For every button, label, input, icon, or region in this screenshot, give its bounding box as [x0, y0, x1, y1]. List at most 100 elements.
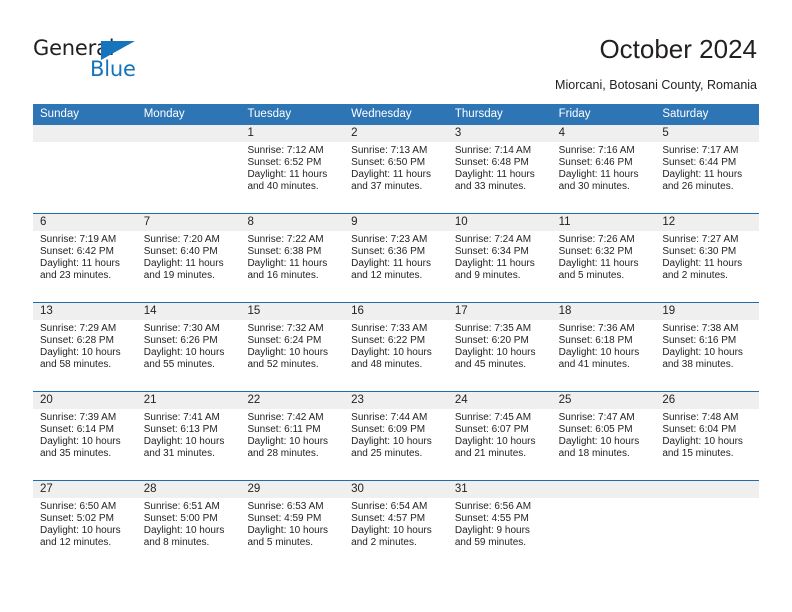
day-cell[interactable]: 29 Sunrise: 6:53 AM Sunset: 4:59 PM Dayligh… [240, 481, 345, 569]
weekday-header-sunday: Sunday [40, 108, 80, 120]
calendar-week-row: 27 Sunrise: 6:50 AM Sunset: 5:02 PM Dayligh… [33, 480, 760, 569]
day-cell[interactable]: 8 Sunrise: 7:22 AM Sunset: 6:38 PM Daylight… [240, 214, 345, 302]
day-cell[interactable]: 28 Sunrise: 6:51 AM Sunset: 5:00 PM Dayligh… [136, 481, 241, 569]
day-daylight2-text: and 37 minutes. [351, 181, 423, 193]
calendar-week-row: 1 Sunrise: 7:12 AM Sunset: 6:52 PM Daylight… [33, 125, 760, 213]
day-details: Sunrise: 7:33 AM Sunset: 6:22 PM Daylight:… [344, 320, 448, 371]
day-daylight2-text: and 30 minutes. [558, 181, 630, 193]
day-daylight2-text: and 9 minutes. [454, 270, 521, 282]
calendar-page: General Blue October 2024 Miorcani, Boto… [0, 0, 792, 612]
day-cell[interactable]: 12 Sunrise: 7:27 AM Sunset: 6:30 PM Dayligh… [655, 214, 760, 302]
day-number: 20 [33, 392, 137, 409]
day-cell[interactable]: 5 Sunrise: 7:17 AM Sunset: 6:44 PM Daylight… [655, 125, 760, 213]
day-daylight2-text: and 23 minutes. [40, 270, 112, 282]
day-details: Sunrise: 7:44 AM Sunset: 6:09 PM Daylight:… [344, 409, 448, 460]
day-sunset-text: Sunset: 6:22 PM [351, 335, 426, 347]
day-details: Sunrise: 7:47 AM Sunset: 6:05 PM Daylight:… [552, 409, 656, 460]
day-cell[interactable]: 21 Sunrise: 7:41 AM Sunset: 6:13 PM Dayligh… [136, 392, 241, 480]
weekday-header-tuesday: Tuesday [247, 108, 292, 120]
day-cell[interactable]: 30 Sunrise: 6:54 AM Sunset: 4:57 PM Dayligh… [344, 481, 448, 569]
day-sunrise-text: Sunrise: 7:38 AM [662, 323, 739, 334]
day-cell[interactable]: 22 Sunrise: 7:42 AM Sunset: 6:11 PM Dayligh… [240, 392, 345, 480]
day-cell[interactable]: 9 Sunrise: 7:23 AM Sunset: 6:36 PM Daylight… [344, 214, 448, 302]
weekday-header-thursday: Thursday [454, 108, 503, 120]
day-cell[interactable]: 25 Sunrise: 7:47 AM Sunset: 6:05 PM Dayligh… [551, 392, 656, 480]
day-cell[interactable]: 15 Sunrise: 7:32 AM Sunset: 6:24 PM Dayligh… [240, 303, 345, 391]
day-sunset-text: Sunset: 6:14 PM [40, 424, 114, 436]
day-cell[interactable]: 14 Sunrise: 7:30 AM Sunset: 6:26 PM Dayligh… [136, 303, 241, 391]
day-daylight2-text: and 52 minutes. [247, 359, 319, 371]
day-daylight2-text: and 48 minutes. [351, 359, 423, 371]
day-sunset-text: Sunset: 6:48 PM [454, 157, 529, 169]
day-cell[interactable]: 26 Sunrise: 7:48 AM Sunset: 6:04 PM Dayligh… [655, 392, 760, 480]
calendar-week-row: 20 Sunrise: 7:39 AM Sunset: 6:14 PM Dayligh… [33, 391, 760, 480]
day-sunset-text: Sunset: 5:00 PM [143, 513, 218, 525]
day-cell[interactable]: 10 Sunrise: 7:24 AM Sunset: 6:34 PM Dayligh… [447, 214, 552, 302]
page-subtitle: Miorcani, Botosani County, Romania [555, 78, 757, 92]
day-cell[interactable]: 6 Sunrise: 7:19 AM Sunset: 6:42 PM Daylight… [33, 214, 137, 302]
day-cell[interactable]: 18 Sunrise: 7:36 AM Sunset: 6:18 PM Dayligh… [551, 303, 656, 391]
day-cell[interactable]: 17 Sunrise: 7:35 AM Sunset: 6:20 PM Dayligh… [447, 303, 552, 391]
day-cell[interactable]: 27 Sunrise: 6:50 AM Sunset: 5:02 PM Dayligh… [33, 481, 137, 569]
day-daylight1-text: Daylight: 11 hours [662, 169, 743, 181]
day-sunrise-text: Sunrise: 7:30 AM [143, 323, 220, 334]
day-number: 10 [447, 214, 552, 231]
day-daylight1-text: Daylight: 10 hours [351, 347, 432, 359]
day-sunrise-text: Sunrise: 7:13 AM [351, 145, 428, 156]
day-daylight1-text: Daylight: 11 hours [247, 169, 328, 181]
day-cell[interactable]: 19 Sunrise: 7:38 AM Sunset: 6:16 PM Dayligh… [655, 303, 760, 391]
day-daylight2-text: and 38 minutes. [662, 359, 734, 371]
day-daylight1-text: Daylight: 10 hours [143, 525, 225, 537]
day-cell[interactable]: 3 Sunrise: 7:14 AM Sunset: 6:48 PM Daylight… [447, 125, 552, 213]
day-daylight2-text: and 5 minutes. [558, 270, 625, 282]
day-cell[interactable]: 24 Sunrise: 7:45 AM Sunset: 6:07 PM Dayligh… [447, 392, 552, 480]
day-daylight1-text: Daylight: 10 hours [40, 347, 121, 359]
day-sunrise-text: Sunrise: 7:17 AM [662, 145, 739, 156]
weekday-header-saturday: Saturday [662, 108, 709, 120]
day-cell[interactable]: 4 Sunrise: 7:16 AM Sunset: 6:46 PM Daylight… [551, 125, 656, 213]
general-blue-logo: General Blue [33, 36, 233, 86]
day-number [136, 125, 241, 142]
day-sunset-text: Sunset: 6:28 PM [40, 335, 114, 347]
day-sunset-text: Sunset: 6:16 PM [662, 335, 737, 347]
day-cell[interactable]: 23 Sunrise: 7:44 AM Sunset: 6:09 PM Dayligh… [344, 392, 448, 480]
day-number: 16 [344, 303, 448, 320]
day-daylight1-text: Daylight: 10 hours [662, 347, 743, 359]
day-daylight1-text: Daylight: 10 hours [351, 436, 432, 448]
day-daylight1-text: Daylight: 10 hours [662, 436, 743, 448]
day-details: Sunrise: 7:32 AM Sunset: 6:24 PM Daylight:… [240, 320, 344, 371]
calendar-week-row: 6 Sunrise: 7:19 AM Sunset: 6:42 PM Daylight… [33, 213, 760, 302]
day-cell[interactable]: 31 Sunrise: 6:56 AM Sunset: 4:55 PM Dayligh… [447, 481, 552, 569]
day-sunrise-text: Sunrise: 7:23 AM [351, 234, 428, 245]
day-details: Sunrise: 7:39 AM Sunset: 6:14 PM Daylight:… [33, 409, 137, 460]
day-details: Sunrise: 7:22 AM Sunset: 6:38 PM Daylight:… [240, 231, 344, 282]
day-daylight1-text: Daylight: 10 hours [40, 525, 121, 537]
weekday-header-row: Sunday Monday Tuesday Wednesday Thursday Frid… [33, 104, 759, 125]
day-sunset-text: Sunset: 6:36 PM [351, 246, 426, 258]
day-daylight1-text: Daylight: 10 hours [454, 436, 536, 448]
day-daylight1-text: Daylight: 11 hours [40, 258, 120, 270]
day-sunrise-text: Sunrise: 7:22 AM [247, 234, 324, 245]
day-cell[interactable]: 16 Sunrise: 7:33 AM Sunset: 6:22 PM Dayligh… [344, 303, 448, 391]
day-daylight1-text: Daylight: 10 hours [351, 525, 432, 537]
day-sunrise-text: Sunrise: 6:53 AM [247, 501, 324, 512]
day-sunrise-text: Sunrise: 7:48 AM [662, 412, 739, 423]
day-daylight2-text: and 31 minutes. [143, 448, 215, 460]
day-sunset-text: Sunset: 6:04 PM [662, 424, 737, 436]
page-title: October 2024 [599, 34, 757, 64]
day-cell[interactable]: 11 Sunrise: 7:26 AM Sunset: 6:32 PM Dayligh… [551, 214, 656, 302]
day-cell[interactable]: 1 Sunrise: 7:12 AM Sunset: 6:52 PM Daylight… [240, 125, 345, 213]
day-cell[interactable]: 20 Sunrise: 7:39 AM Sunset: 6:14 PM Dayligh… [33, 392, 137, 480]
day-cell-empty [136, 125, 241, 213]
day-cell[interactable]: 2 Sunrise: 7:13 AM Sunset: 6:50 PM Daylight… [344, 125, 448, 213]
day-sunset-text: Sunset: 6:32 PM [558, 246, 633, 258]
day-cell[interactable]: 13 Sunrise: 7:29 AM Sunset: 6:28 PM Dayligh… [33, 303, 137, 391]
day-sunrise-text: Sunrise: 7:20 AM [143, 234, 220, 245]
day-cell[interactable]: 7 Sunrise: 7:20 AM Sunset: 6:40 PM Daylight… [136, 214, 241, 302]
day-sunset-text: Sunset: 6:50 PM [351, 157, 426, 169]
day-daylight2-text: and 19 minutes. [143, 270, 215, 282]
day-sunset-text: Sunset: 4:59 PM [247, 513, 322, 525]
day-daylight2-text: and 28 minutes. [247, 448, 319, 460]
day-daylight2-text: and 15 minutes. [662, 448, 734, 460]
day-number: 23 [344, 392, 448, 409]
